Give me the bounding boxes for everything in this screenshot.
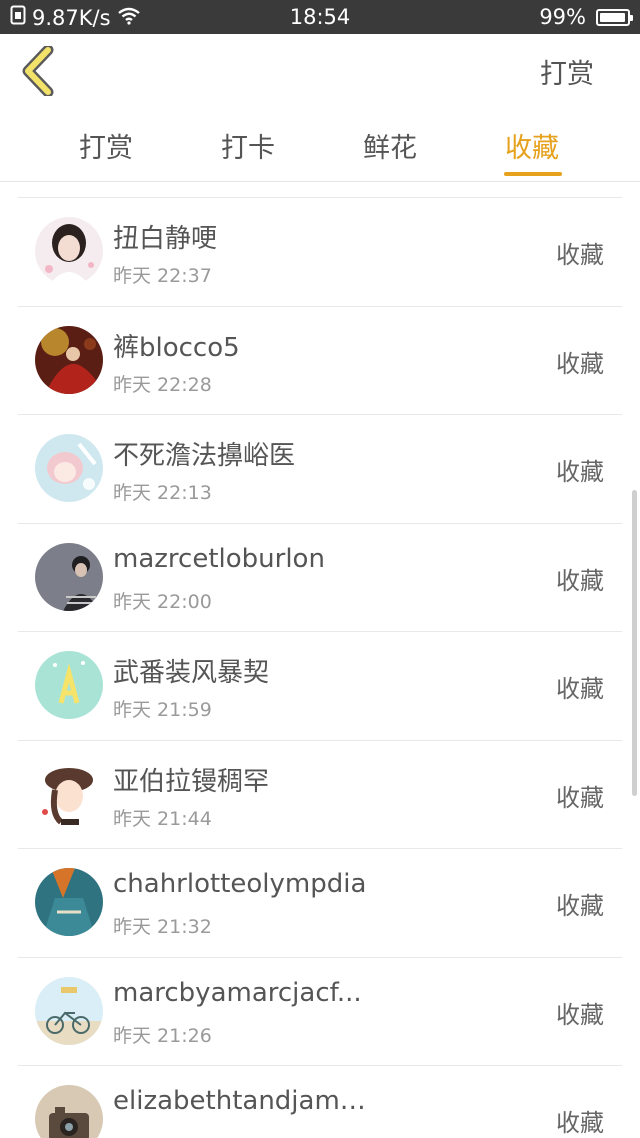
scrollbar[interactable] [632, 490, 637, 796]
list-item[interactable]: elizabethtandjame... 收藏 [18, 1066, 622, 1138]
avatar[interactable] [35, 868, 103, 936]
timestamp: 昨天 22:13 [113, 482, 212, 504]
favorite-label[interactable]: 收藏 [556, 452, 604, 487]
favorites-list: 扭白静哽 昨天 22:37 收藏 裤blocco5 昨天 22:28 收藏 不死… [18, 197, 622, 1138]
user-name: elizabethtandjame... [113, 1086, 373, 1116]
avatar[interactable] [35, 976, 103, 1045]
timestamp: 昨天 21:44 [113, 807, 212, 830]
list-item[interactable]: 亚伯拉镘稠罕 昨天 21:44 收藏 [18, 741, 622, 849]
list-item[interactable]: 不死澹法擤峪医 昨天 22:13 收藏 [18, 415, 622, 524]
timestamp: 昨天 22:00 [113, 590, 212, 613]
list-item[interactable]: 裤blocco5 昨天 22:28 收藏 [18, 307, 622, 415]
top-bar: 打赏 [0, 34, 640, 108]
back-button[interactable] [20, 44, 66, 98]
chevron-left-icon [20, 44, 66, 100]
favorite-label[interactable]: 收藏 [556, 669, 604, 704]
avatar[interactable] [35, 325, 103, 394]
tab-favorites[interactable]: 收藏 [505, 126, 559, 165]
timestamp: 昨天 21:32 [113, 916, 212, 938]
favorite-label[interactable]: 收藏 [556, 235, 604, 270]
list-item[interactable]: mazrcetloburlon 昨天 22:00 收藏 [18, 524, 622, 632]
tab-checkin[interactable]: 打卡 [221, 126, 275, 165]
list-item[interactable]: marcbyamarcjacf... 昨天 21:26 收藏 [18, 958, 622, 1066]
timestamp: 昨天 22:37 [113, 265, 212, 287]
user-name: 裤blocco5 [113, 332, 240, 363]
user-name: 武番装风暴契 [113, 658, 270, 688]
favorite-label[interactable]: 收藏 [556, 995, 604, 1030]
avatar[interactable] [35, 759, 103, 828]
user-name: chahrlotteolympdia [113, 869, 367, 899]
list-item[interactable]: 武番装风暴契 昨天 21:59 收藏 [18, 632, 622, 741]
tab-bar: 打赏 打卡 鲜花 收藏 [0, 108, 640, 182]
status-right: 99% [539, 5, 633, 29]
reward-button[interactable]: 打赏 [540, 52, 594, 91]
avatar[interactable] [35, 217, 103, 285]
active-tab-indicator [504, 172, 562, 176]
timestamp: 昨天 21:59 [113, 699, 212, 721]
favorite-label[interactable]: 收藏 [556, 1103, 604, 1138]
avatar[interactable] [35, 542, 103, 611]
favorite-label[interactable]: 收藏 [556, 886, 604, 921]
favorite-label[interactable]: 收藏 [556, 561, 604, 596]
tab-reward[interactable]: 打赏 [79, 126, 133, 165]
avatar[interactable] [35, 434, 103, 502]
user-name: 扭白静哽 [113, 224, 218, 254]
user-name: 不死澹法擤峪医 [113, 441, 296, 471]
timestamp: 昨天 21:26 [113, 1024, 212, 1047]
battery-percent: 99% [539, 5, 586, 29]
battery-level [600, 12, 626, 22]
favorite-label[interactable]: 收藏 [556, 344, 604, 379]
avatar[interactable] [35, 1085, 103, 1138]
user-name: 亚伯拉镘稠罕 [113, 766, 270, 797]
user-name: mazrcetloburlon [113, 543, 325, 574]
list-item[interactable]: 扭白静哽 昨天 22:37 收藏 [18, 198, 622, 307]
tab-flowers[interactable]: 鲜花 [363, 126, 417, 165]
user-name: marcbyamarcjacf... [113, 977, 362, 1008]
status-bar: 9.87K/s 18:54 99% [0, 0, 640, 34]
list-item[interactable]: chahrlotteolympdia 昨天 21:32 收藏 [18, 849, 622, 958]
timestamp: 昨天 22:28 [113, 373, 212, 396]
avatar[interactable] [35, 651, 103, 719]
favorite-label[interactable]: 收藏 [556, 778, 604, 813]
battery-icon [596, 8, 633, 26]
